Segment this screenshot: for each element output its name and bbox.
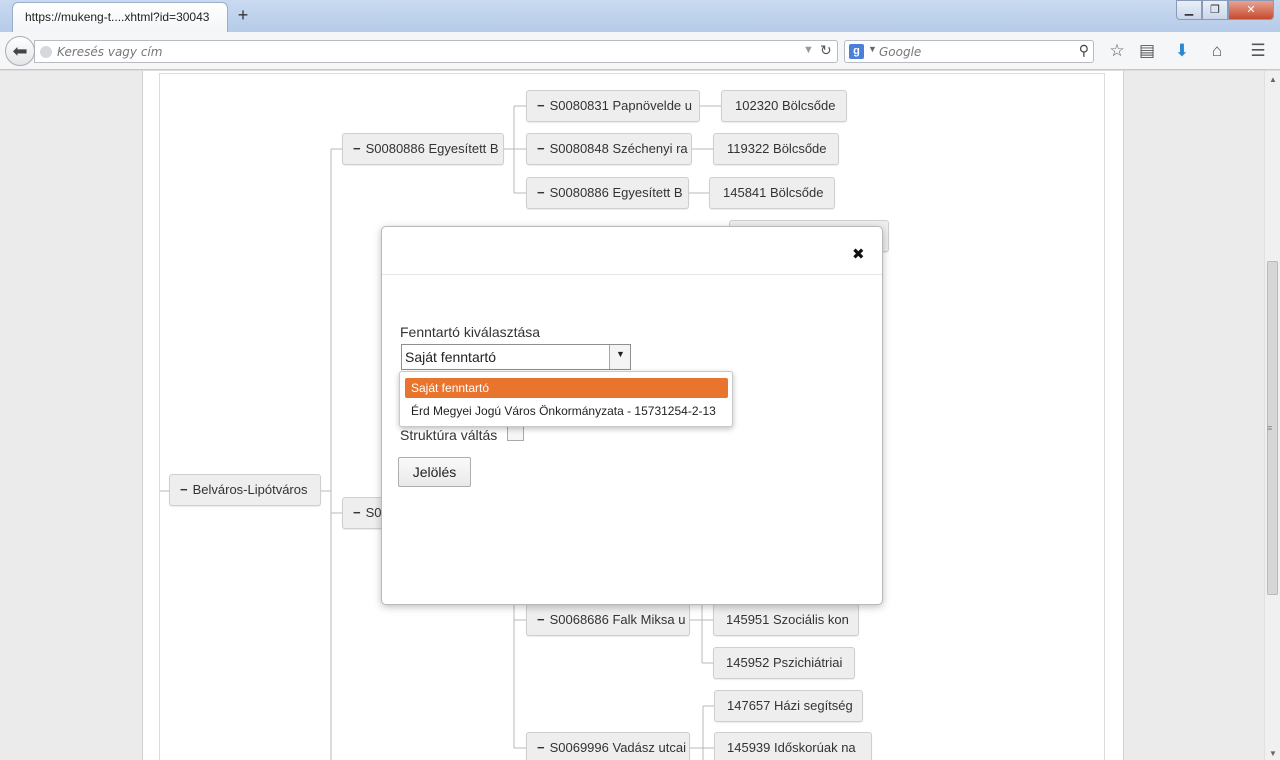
new-tab-button[interactable]: + <box>233 5 253 25</box>
tree-node-label: S0080886 Egyesített B <box>549 185 683 200</box>
tree-leaf[interactable]: 119322 Bölcsőde <box>713 133 839 165</box>
scroll-grip-icon: ≡ <box>1267 423 1273 433</box>
tree-node-root[interactable]: − Belváros-Lipótváros <box>169 474 321 506</box>
dialog-header: ✖ <box>382 227 882 275</box>
struktura-label: Struktúra váltás <box>400 427 498 443</box>
downloads-icon[interactable]: ⬇ <box>1170 40 1194 62</box>
fenntarto-select[interactable]: Saját fenntartó ▼ <box>401 344 631 370</box>
tree-leaf[interactable]: 147657 Házi segítség <box>714 690 863 722</box>
dropdown-option[interactable]: Érd Megyei Jogú Város Önkormányzata - 15… <box>405 401 728 421</box>
jeloles-button[interactable]: Jelölés <box>398 457 471 487</box>
window-close-button[interactable]: ✕ <box>1228 0 1274 20</box>
window-maximize-button[interactable]: ❐ <box>1202 0 1228 20</box>
tree-leaf[interactable]: 145939 Időskorúak na <box>714 732 872 760</box>
collapse-toggle-icon[interactable]: − <box>537 91 545 121</box>
tree-leaf[interactable]: 145841 Bölcsőde <box>709 177 835 209</box>
scroll-up-icon[interactable]: ▲ <box>1269 75 1277 84</box>
engine-dropdown-icon[interactable]: ▼ <box>868 44 877 54</box>
tree-leaf[interactable]: 102320 Bölcsőde <box>721 90 847 122</box>
collapse-toggle-icon[interactable]: − <box>353 498 361 528</box>
collapse-toggle-icon[interactable]: − <box>537 178 545 208</box>
tree-node-label: S0080831 Papnövelde u <box>549 98 692 113</box>
tree-node-label: S0068686 Falk Miksa u <box>549 612 686 627</box>
url-bar[interactable]: ▼ ↻ <box>34 40 838 63</box>
browser-titlebar: https://mukeng-t....xhtml?id=30043 + ▁ ❐… <box>0 0 1280 32</box>
dropdown-button[interactable]: ▼ <box>609 345 630 369</box>
home-icon[interactable]: ⌂ <box>1205 40 1229 62</box>
tree-node[interactable]: − S0080831 Papnövelde u <box>526 90 700 122</box>
tree-leaf[interactable]: 145952 Pszichiátriai <box>713 647 855 679</box>
dropdown-option-selected[interactable]: Saját fenntartó <box>405 378 728 398</box>
chevron-down-icon: ▼ <box>616 349 625 359</box>
back-arrow-icon: ⬅ <box>12 41 28 61</box>
bookmarks-list-icon[interactable]: ▤ <box>1135 40 1159 62</box>
tree-node-label: Belváros-Lipótváros <box>192 482 308 497</box>
tree-node[interactable]: − S0080848 Széchenyi ra <box>526 133 692 165</box>
tree-node[interactable]: − S0068686 Falk Miksa u <box>526 604 690 636</box>
url-input[interactable] <box>57 43 797 60</box>
collapse-toggle-icon[interactable]: − <box>180 475 188 505</box>
tree-node[interactable]: − S0080886 Egyesített B <box>526 177 689 209</box>
struktura-checkbox[interactable] <box>507 426 524 441</box>
page-scrollbar[interactable]: ▲ ≡ ▼ <box>1264 71 1280 760</box>
search-input[interactable] <box>879 43 1069 60</box>
google-engine-icon[interactable]: g <box>849 44 864 59</box>
reload-icon[interactable]: ↻ <box>820 42 832 59</box>
tree-leaf[interactable]: 145951 Szociális kon <box>713 604 859 636</box>
collapse-toggle-icon[interactable]: − <box>353 134 361 164</box>
menu-icon[interactable]: ☰ <box>1246 40 1270 62</box>
scroll-down-icon[interactable]: ▼ <box>1269 749 1277 758</box>
close-icon[interactable]: ✖ <box>852 245 865 263</box>
site-identity-icon[interactable] <box>40 46 52 58</box>
collapse-toggle-icon[interactable]: − <box>537 605 545 635</box>
browser-navbar: ▼ ↻ ⬅ g ▼ ⚲ ☆ ▤ ⬇ ⌂ ☰ <box>0 32 1280 70</box>
fenntarto-options-list: Saját fenntartó Érd Megyei Jogú Város Ön… <box>399 371 733 427</box>
tree-node-label: S0080886 Egyesített B <box>365 141 499 156</box>
bookmark-star-icon[interactable]: ☆ <box>1105 40 1129 62</box>
collapse-toggle-icon[interactable]: − <box>537 134 545 164</box>
search-bar[interactable]: g ▼ ⚲ <box>844 40 1094 63</box>
tree-node-label: S0069996 Vadász utcai <box>549 740 686 755</box>
collapse-toggle-icon[interactable]: − <box>537 733 545 760</box>
search-icon[interactable]: ⚲ <box>1079 42 1089 59</box>
fenntarto-label: Fenntartó kiválasztása <box>400 324 541 340</box>
tree-node[interactable]: − S0069996 Vadász utcai <box>526 732 690 760</box>
tree-node-label: S0080848 Széchenyi ra <box>549 141 688 156</box>
tree-node[interactable]: − S0080886 Egyesített B <box>342 133 504 165</box>
fenntarto-selected-value: Saját fenntartó <box>405 349 497 365</box>
browser-tab[interactable]: https://mukeng-t....xhtml?id=30043 <box>12 2 228 32</box>
back-button[interactable]: ⬅ <box>5 36 35 66</box>
window-minimize-button[interactable]: ▁ <box>1176 0 1202 20</box>
history-dropdown-icon[interactable]: ▼ <box>803 44 814 56</box>
